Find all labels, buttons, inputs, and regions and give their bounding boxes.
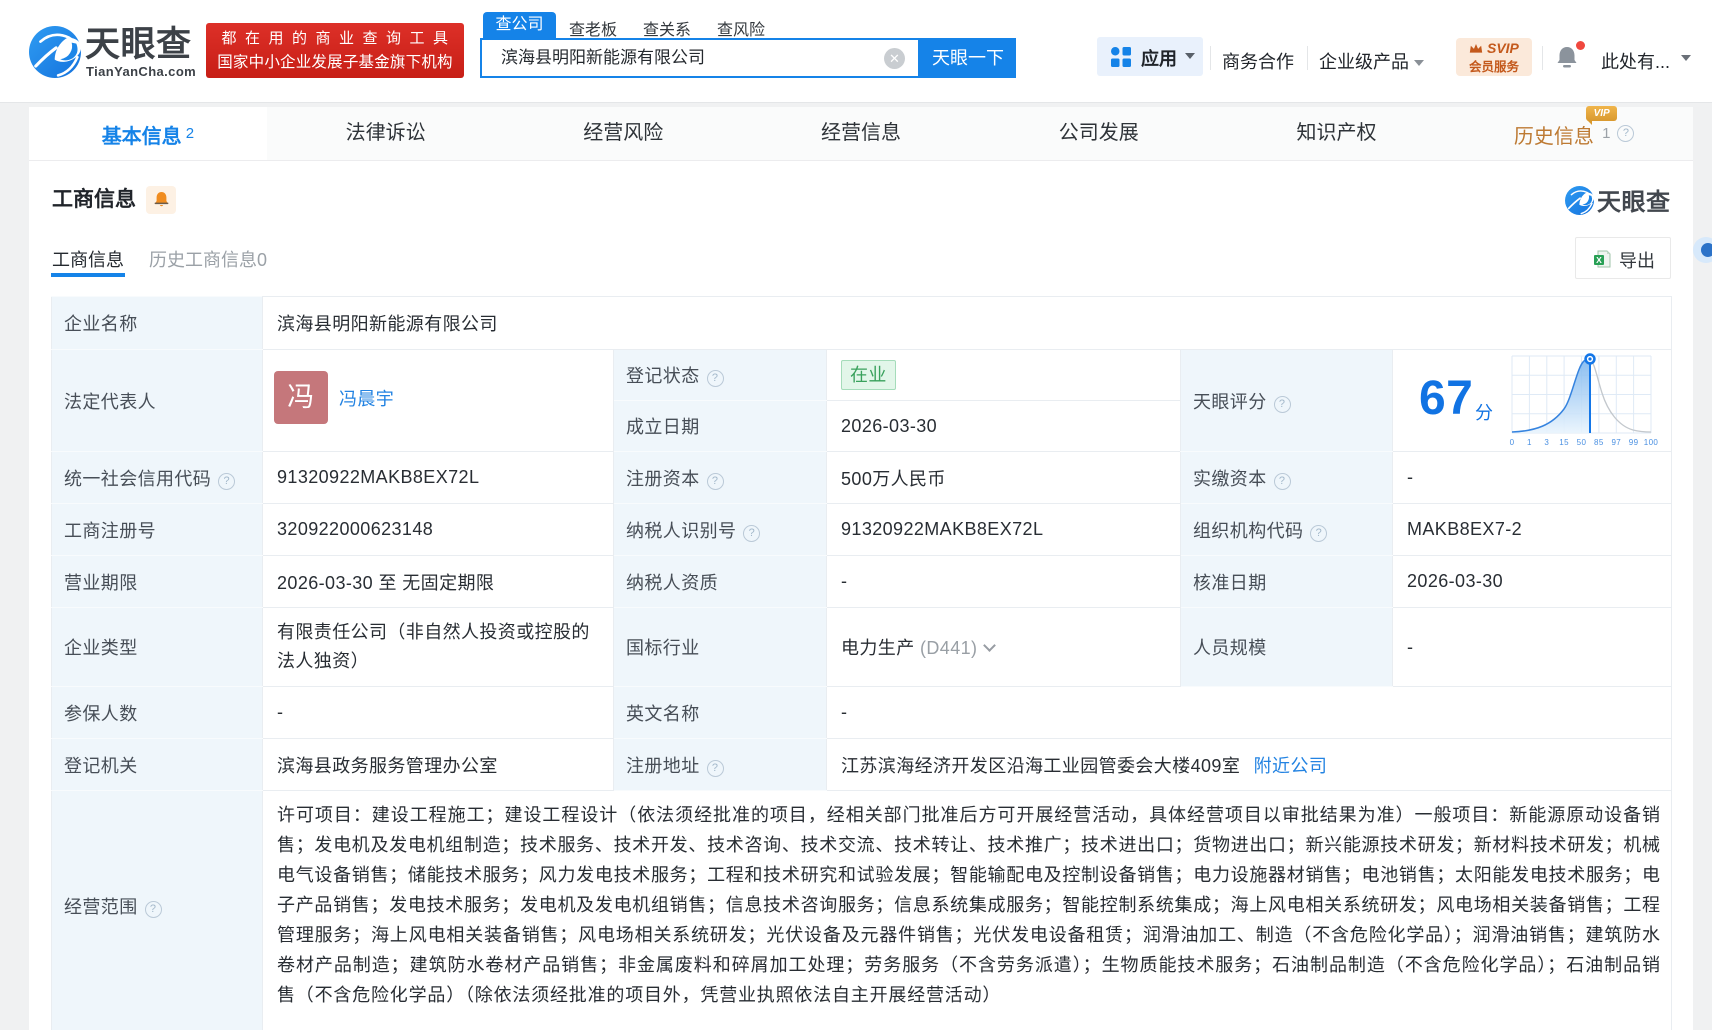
svg-text:1: 1 xyxy=(1527,438,1532,447)
svg-text:X: X xyxy=(1596,255,1602,265)
svg-text:15: 15 xyxy=(1559,438,1569,447)
svg-text:3: 3 xyxy=(1544,438,1549,447)
svg-text:0: 0 xyxy=(1510,438,1515,447)
svg-text:99: 99 xyxy=(1629,438,1639,447)
svg-text:50: 50 xyxy=(1577,438,1587,447)
svg-text:100: 100 xyxy=(1644,438,1658,447)
svg-text:85: 85 xyxy=(1594,438,1604,447)
svg-text:97: 97 xyxy=(1611,438,1621,447)
